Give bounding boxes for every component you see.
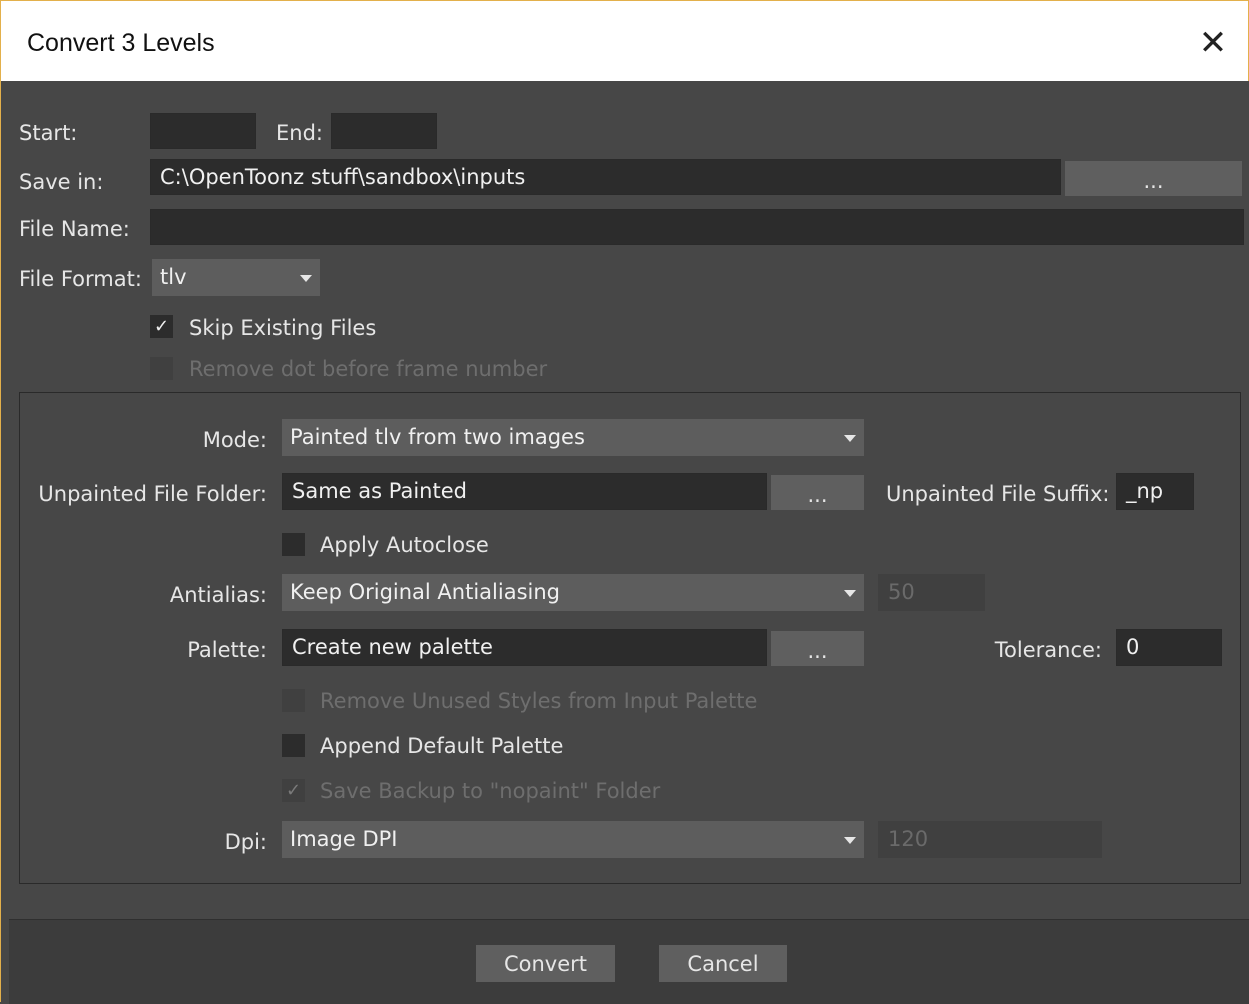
unpainted-folder-field[interactable]: Same as Painted [282, 473, 767, 510]
end-label: End: [276, 121, 323, 145]
append-default-palette-label: Append Default Palette [320, 734, 564, 758]
palette-field[interactable]: Create new palette [282, 629, 767, 666]
antialias-amount-field: 50 [878, 574, 985, 611]
dialog-body: Start: End: Save in: C:\OpenToonz stuff\… [9, 81, 1249, 1004]
skip-existing-checkbox[interactable]: ✓ [150, 315, 173, 338]
palette-browse-button[interactable]: ... [771, 631, 864, 666]
file-name-label: File Name: [19, 217, 130, 241]
conversion-options-group: Mode: Painted tlv from two images Unpain… [19, 392, 1241, 884]
chevron-down-icon [844, 589, 856, 597]
file-name-field[interactable] [150, 209, 1244, 245]
save-backup-checkbox: ✓ [282, 779, 305, 802]
mode-label: Mode: [202, 428, 267, 452]
save-in-label: Save in: [19, 170, 104, 194]
apply-autoclose-label: Apply Autoclose [320, 533, 489, 557]
append-default-palette-checkbox[interactable] [282, 734, 305, 757]
dpi-value: Image DPI [290, 827, 398, 851]
remove-unused-styles-label: Remove Unused Styles from Input Palette [320, 689, 758, 713]
remove-dot-label: Remove dot before frame number [189, 357, 548, 381]
unpainted-folder-label: Unpainted File Folder: [38, 482, 267, 506]
start-frame-field[interactable] [150, 113, 256, 149]
dialog-title: Convert 3 Levels [27, 29, 215, 57]
unpainted-folder-browse-button[interactable]: ... [771, 475, 864, 510]
chevron-down-icon [844, 836, 856, 844]
save-backup-label: Save Backup to "nopaint" Folder [320, 779, 661, 803]
dialog-footer: Convert Cancel [9, 919, 1249, 1004]
start-label: Start: [19, 121, 78, 145]
convert-levels-dialog: Convert 3 Levels ✕ Start: End: Save in: … [0, 0, 1249, 1004]
chevron-down-icon [844, 434, 856, 442]
antialias-label: Antialias: [169, 583, 267, 607]
mode-value: Painted tlv from two images [290, 425, 585, 449]
file-format-label: File Format: [19, 267, 142, 291]
tolerance-field[interactable]: 0 [1116, 629, 1222, 666]
dpi-dropdown[interactable]: Image DPI [282, 821, 864, 858]
skip-existing-label: Skip Existing Files [189, 316, 377, 340]
apply-autoclose-checkbox[interactable] [282, 533, 305, 556]
chevron-down-icon [300, 274, 312, 282]
remove-unused-styles-checkbox [282, 689, 305, 712]
dpi-amount-field: 120 [878, 821, 1102, 858]
file-format-dropdown[interactable]: tlv [152, 259, 320, 296]
close-icon[interactable]: ✕ [1195, 25, 1231, 61]
save-in-browse-button[interactable]: ... [1065, 161, 1242, 196]
title-bar: Convert 3 Levels ✕ [1, 1, 1248, 81]
file-format-value: tlv [160, 265, 187, 289]
save-in-field[interactable]: C:\OpenToonz stuff\sandbox\inputs [150, 159, 1061, 195]
convert-button[interactable]: Convert [476, 945, 615, 982]
antialias-value: Keep Original Antialiasing [290, 580, 560, 604]
dpi-label: Dpi: [224, 830, 267, 854]
cancel-button[interactable]: Cancel [659, 945, 787, 982]
mode-dropdown[interactable]: Painted tlv from two images [282, 419, 864, 456]
tolerance-label: Tolerance: [994, 638, 1102, 662]
remove-dot-checkbox [150, 357, 173, 380]
unpainted-suffix-field[interactable]: _np [1116, 473, 1194, 510]
antialias-dropdown[interactable]: Keep Original Antialiasing [282, 574, 864, 611]
unpainted-suffix-label: Unpainted File Suffix: [886, 482, 1110, 506]
palette-label: Palette: [187, 638, 267, 662]
end-frame-field[interactable] [331, 113, 437, 149]
